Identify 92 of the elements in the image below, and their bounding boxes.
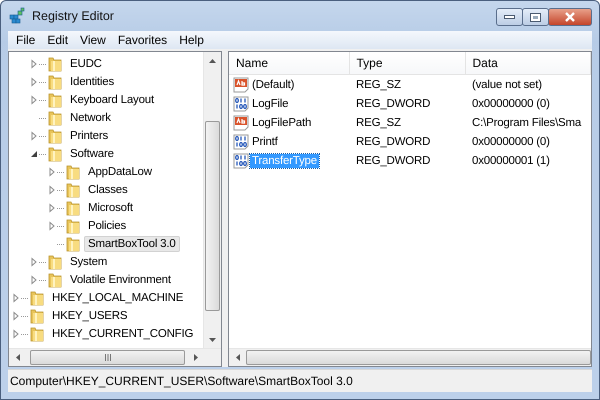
- string-value-icon: [233, 114, 249, 130]
- close-button[interactable]: [548, 8, 592, 26]
- expand-arrow-icon[interactable]: [47, 221, 57, 231]
- column-header[interactable]: Data: [465, 52, 590, 74]
- close-icon: [564, 12, 576, 22]
- folder-icon: [47, 146, 63, 162]
- folder-icon: [29, 326, 45, 342]
- folder-icon: [65, 182, 81, 198]
- folder-icon: [47, 272, 63, 288]
- menu-item[interactable]: Edit: [41, 33, 74, 47]
- horizontal-scrollbar[interactable]: [9, 348, 221, 366]
- menu-item[interactable]: File: [10, 33, 42, 47]
- expand-arrow-icon[interactable]: [11, 293, 21, 303]
- value-data: 0x00000000 (0): [472, 136, 550, 148]
- scroll-thumb[interactable]: [205, 121, 220, 311]
- expand-arrow-icon[interactable]: [29, 257, 39, 267]
- value-data: 0x00000001 (1): [472, 154, 550, 166]
- menu-item[interactable]: View: [74, 33, 112, 47]
- tree-item[interactable]: Microsoft: [84, 200, 137, 216]
- string-value-icon: [233, 76, 249, 92]
- value-name[interactable]: LogFilePath: [250, 116, 314, 130]
- collapse-arrow-icon[interactable]: [29, 149, 39, 159]
- folder-icon: [29, 308, 45, 324]
- column-header[interactable]: Type: [349, 52, 465, 74]
- expand-arrow-icon[interactable]: [11, 311, 21, 321]
- folder-icon: [47, 128, 63, 144]
- value-name[interactable]: Printf: [250, 134, 280, 148]
- value-data: (value not set): [472, 78, 542, 90]
- value-name[interactable]: LogFile: [250, 96, 290, 110]
- tree-item[interactable]: HKEY_USERS: [48, 308, 132, 324]
- tree-item[interactable]: Printers: [66, 128, 112, 144]
- maximize-button[interactable]: [522, 8, 549, 26]
- scroll-left-icon[interactable]: [16, 354, 20, 361]
- scroll-down-icon[interactable]: [209, 338, 216, 342]
- value-name[interactable]: (Default): [250, 78, 296, 92]
- maximize-icon: [530, 12, 541, 22]
- tree-item[interactable]: Keyboard Layout: [66, 92, 158, 108]
- value-type: REG_SZ: [356, 78, 401, 90]
- horizontal-scrollbar[interactable]: [229, 348, 591, 366]
- menu-item[interactable]: Favorites: [112, 33, 174, 47]
- scroll-up-icon[interactable]: [209, 58, 216, 62]
- tree-item[interactable]: SmartBoxTool 3.0: [84, 236, 180, 252]
- tree-item[interactable]: HKEY_CURRENT_CONFIG: [48, 326, 198, 342]
- tree-item[interactable]: Volatile Environment: [66, 272, 175, 288]
- scroll-thumb[interactable]: [30, 350, 185, 365]
- vertical-scrollbar[interactable]: [203, 52, 221, 348]
- value-type: REG_DWORD: [356, 154, 430, 166]
- tree-item[interactable]: Network: [66, 110, 115, 126]
- folder-icon: [29, 290, 45, 306]
- status-bar-path: Computer\HKEY_CURRENT_USER\Software\SmartBoxTool 3.0: [10, 374, 353, 388]
- folder-icon: [47, 254, 63, 270]
- expand-arrow-icon[interactable]: [47, 203, 57, 213]
- menu-item[interactable]: Help: [173, 33, 210, 47]
- folder-icon: [47, 110, 63, 126]
- tree-item[interactable]: Identities: [66, 74, 118, 90]
- folder-icon: [65, 236, 81, 252]
- folder-icon: [47, 74, 63, 90]
- folder-icon: [65, 164, 81, 180]
- tree-item[interactable]: Classes: [84, 182, 132, 198]
- scroll-left-icon[interactable]: [236, 354, 240, 361]
- minimize-button[interactable]: [496, 8, 523, 26]
- scroll-right-icon[interactable]: [194, 354, 198, 361]
- expand-arrow-icon[interactable]: [29, 131, 39, 141]
- minimize-icon: [504, 15, 515, 19]
- registry-app-icon: [8, 7, 26, 25]
- expand-arrow-icon[interactable]: [47, 185, 57, 195]
- value-type: REG_DWORD: [356, 136, 430, 148]
- expand-arrow-icon[interactable]: [29, 59, 39, 69]
- binary-value-icon: [233, 96, 249, 112]
- expand-arrow-icon[interactable]: [29, 95, 39, 105]
- tree-item[interactable]: Policies: [84, 218, 130, 234]
- tree-item[interactable]: System: [66, 254, 112, 270]
- column-header[interactable]: Name: [229, 52, 349, 74]
- tree-item[interactable]: AppDataLow: [84, 164, 156, 180]
- value-data: C:\Program Files\Sma: [472, 116, 582, 128]
- folder-icon: [47, 56, 63, 72]
- tree-item[interactable]: HKEY_LOCAL_MACHINE: [48, 290, 188, 306]
- value-type: REG_DWORD: [356, 98, 430, 110]
- folder-icon: [65, 218, 81, 234]
- binary-value-icon: [233, 152, 249, 168]
- tree-item[interactable]: Software: [66, 146, 118, 162]
- expand-arrow-icon[interactable]: [29, 77, 39, 87]
- value-data: 0x00000000 (0): [472, 98, 550, 110]
- folder-icon: [47, 92, 63, 108]
- window-title: Registry Editor: [32, 9, 114, 23]
- binary-value-icon: [233, 134, 249, 150]
- value-type: REG_SZ: [356, 116, 401, 128]
- expand-arrow-icon[interactable]: [11, 329, 21, 339]
- tree-item[interactable]: EUDC: [66, 56, 106, 72]
- expand-arrow-icon[interactable]: [47, 167, 57, 177]
- expand-arrow-icon[interactable]: [29, 275, 39, 285]
- folder-icon: [65, 200, 81, 216]
